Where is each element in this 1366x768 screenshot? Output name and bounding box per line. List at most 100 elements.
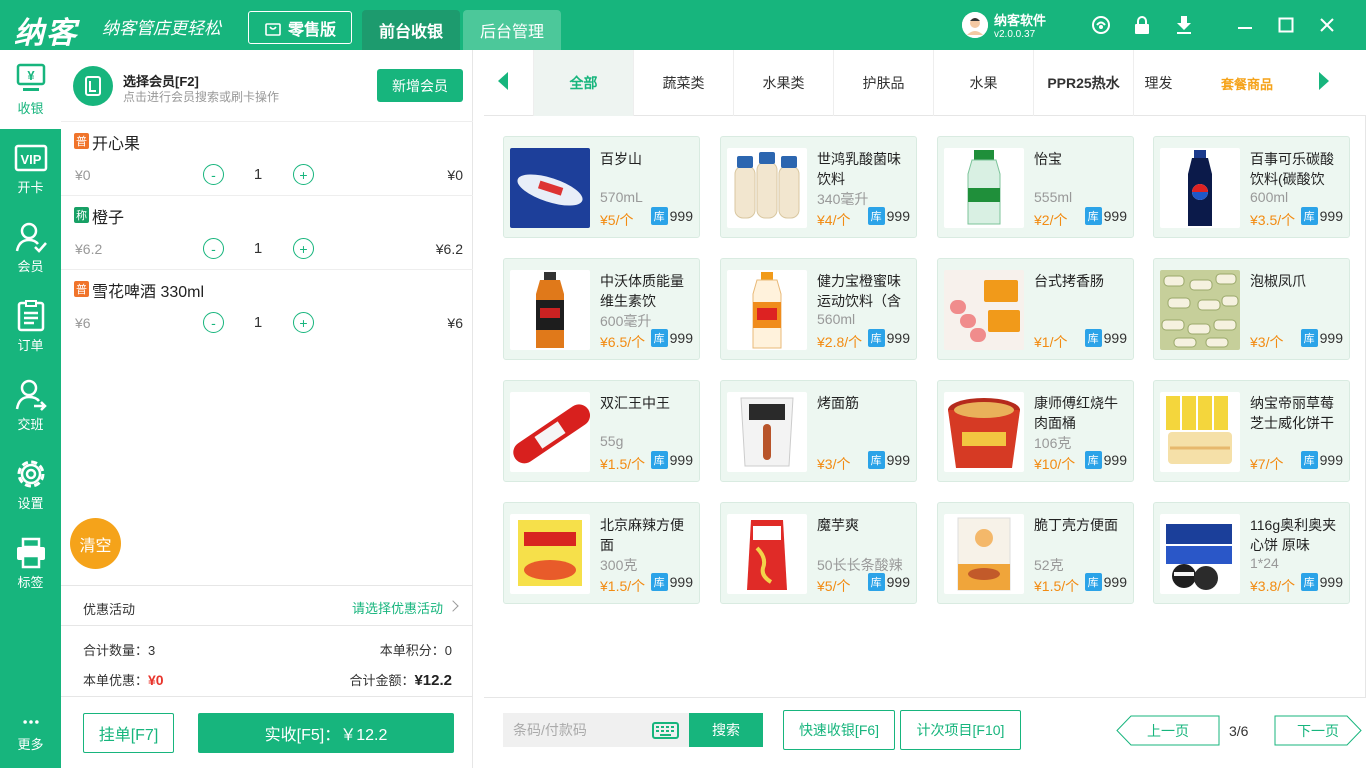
qty-minus-button[interactable]: - (203, 164, 224, 185)
edition-button[interactable]: 零售版 (248, 11, 352, 44)
sidebar-item-handover[interactable]: 交班 (0, 366, 61, 445)
promotion-select-link[interactable]: 请选择优惠活动 (352, 598, 443, 617)
product-price: ¥2.8/个 (817, 334, 863, 350)
cart-item[interactable]: 普 雪花啤酒 330ml ¥6 - 1 + ¥6 (61, 270, 473, 344)
item-qty[interactable]: 1 (243, 314, 273, 331)
member-select[interactable]: 选择会员[F2] 点击进行会员搜索或刷卡操作 新增会员 (61, 50, 473, 122)
item-qty[interactable]: 1 (243, 240, 273, 257)
search-button[interactable]: 搜索 (689, 713, 763, 747)
qty-plus-button[interactable]: + (293, 164, 314, 185)
product-card[interactable]: 百岁山 570mL ¥5/个库 999 (503, 136, 700, 238)
sidebar-item-member[interactable]: 会员 (0, 208, 61, 287)
product-card[interactable]: 健力宝橙蜜味运动饮料（含 560ml ¥2.8/个库 999 (720, 258, 917, 360)
category-tab-combo[interactable]: 套餐商品 (1221, 74, 1273, 93)
order-points-label: 本单积分： (379, 643, 445, 658)
support-icon[interactable] (1089, 13, 1113, 37)
lock-icon[interactable] (1130, 13, 1154, 37)
stock-tag: 库 (1300, 451, 1318, 469)
item-name: 橙子 (92, 210, 125, 227)
qty-plus-button[interactable]: + (293, 238, 314, 259)
product-name: 双汇王中王 (600, 395, 670, 411)
sidebar-item-label: 交班 (17, 417, 44, 432)
qty-minus-button[interactable]: - (203, 312, 224, 333)
cart-item[interactable]: 普 开心果 ¥0 - 1 + ¥0 (61, 122, 473, 196)
sidebar-item-more[interactable]: 更多 (0, 700, 61, 764)
qty-plus-button[interactable]: + (293, 312, 314, 333)
product-stock: 库 999 (650, 207, 693, 225)
item-qty[interactable]: 1 (243, 166, 273, 183)
category-tab[interactable]: 蔬菜类 (633, 50, 733, 116)
hold-order-button[interactable]: 挂单[F7] (83, 713, 174, 753)
category-tab[interactable]: PPR25热水 (1033, 50, 1133, 116)
sidebar-item-settings[interactable]: 设置 (0, 445, 61, 524)
product-card[interactable]: 纳宝帝丽草莓芝士威化饼干 ¥7/个库 999 (1153, 380, 1350, 482)
quick-checkout-button[interactable]: 快速收银[F6] (783, 710, 895, 750)
product-card[interactable]: 台式拷香肠 ¥1/个库 999 (937, 258, 1134, 360)
stock-tag: 库 (867, 451, 885, 469)
product-name: 健力宝橙蜜味运动饮料（含 (817, 273, 901, 309)
page-indicator: 3/6 (1229, 723, 1249, 739)
member-card-icon (73, 66, 113, 106)
product-card[interactable]: 世鸿乳酸菌味饮料 340毫升 ¥4/个库 999 (720, 136, 917, 238)
qty-minus-button[interactable]: - (203, 238, 224, 259)
count-project-button[interactable]: 计次项目[F10] (900, 710, 1021, 750)
product-card[interactable]: 116g奥利奥夹心饼 原味 1*24 ¥3.8/个库 999 (1153, 502, 1350, 604)
add-member-button[interactable]: 新增会员 (377, 69, 463, 102)
category-tab[interactable]: 理发 (1133, 50, 1183, 116)
tab-front-cashier[interactable]: 前台收银 (362, 10, 460, 50)
category-tabs: 全部 蔬菜类 水果类 护肤品 水果 PPR25热水 理发 套餐商品 (484, 50, 1366, 116)
category-tab[interactable]: 水果类 (733, 50, 833, 116)
product-card[interactable]: 双汇王中王 55g ¥1.5/个库 999 (503, 380, 700, 482)
edition-label: 零售版 (287, 21, 336, 39)
keyboard-icon[interactable] (652, 722, 679, 739)
next-page-button[interactable]: 下一页 (1274, 715, 1362, 746)
prev-page-button[interactable]: 上一页 (1116, 715, 1220, 746)
svg-text:VIP: VIP (20, 152, 41, 167)
product-card[interactable]: 烤面筋 ¥3/个库 999 (720, 380, 917, 482)
product-spec: 560ml (817, 311, 856, 327)
cashier-icon: ¥ (16, 63, 45, 91)
promotion-row[interactable]: 优惠活动 请选择优惠活动 (61, 585, 473, 626)
stock-count: 999 (1103, 574, 1127, 590)
product-card[interactable]: 魔芋爽 50长长条酸辣 ¥5/个库 999 (720, 502, 917, 604)
stock-count: 999 (1103, 452, 1127, 468)
maximize-icon[interactable] (1274, 13, 1298, 37)
sidebar-item-cashier[interactable]: ¥ 收银 (0, 50, 61, 129)
product-card[interactable]: 中沃体质能量维生素饮 600毫升 ¥6.5/个库 999 (503, 258, 700, 360)
clear-cart-button[interactable]: 清空 (70, 518, 121, 569)
product-image (944, 270, 1024, 350)
stock-tag: 库 (650, 329, 668, 347)
member-icon (15, 222, 47, 253)
sidebar-item-card[interactable]: VIP 开卡 (0, 129, 61, 208)
product-card[interactable]: 泡椒凤爪 ¥3/个库 999 (1153, 258, 1350, 360)
product-card[interactable]: 脆丁壳方便面 52克 ¥1.5/个库 999 (937, 502, 1134, 604)
category-tab[interactable]: 护肤品 (833, 50, 933, 116)
sidebar-item-label-print[interactable]: 标签 (0, 524, 61, 603)
category-tab[interactable]: 全部 (533, 50, 633, 116)
product-card[interactable]: 百事可乐碳酸饮料(碳酸饮 600ml ¥3.5/个库 999 (1153, 136, 1350, 238)
cart-item[interactable]: 称 橙子 ¥6.2 - 1 + ¥6.2 (61, 196, 473, 270)
category-tab[interactable]: 水果 (933, 50, 1033, 116)
printer-icon (16, 537, 45, 569)
product-name: 百岁山 (600, 151, 642, 167)
product-card[interactable]: 康师傅红烧牛肉面桶 106克 ¥10/个库 999 (937, 380, 1134, 482)
product-spec: 300克 (600, 557, 638, 573)
sidebar-item-order[interactable]: 订单 (0, 287, 61, 366)
product-image (510, 270, 590, 350)
arrow-left-icon[interactable] (498, 72, 508, 90)
product-stock: 库 999 (1084, 573, 1127, 591)
product-spec: 106克 (1034, 435, 1072, 451)
product-card[interactable]: 北京麻辣方便面 300克 ¥1.5/个库 999 (503, 502, 700, 604)
stock-tag: 库 (650, 207, 668, 225)
minimize-icon[interactable] (1233, 13, 1257, 37)
item-type-tag: 称 (74, 207, 89, 223)
vip-card-icon: VIP (14, 144, 47, 172)
close-icon[interactable] (1315, 13, 1339, 37)
download-icon[interactable] (1172, 13, 1196, 37)
product-card[interactable]: 怡宝 555ml ¥2/个库 999 (937, 136, 1134, 238)
user-profile[interactable]: 纳客软件 v2.0.0.37 (962, 10, 1046, 40)
arrow-right-icon[interactable] (1319, 72, 1329, 90)
product-name: 魔芋爽 (817, 517, 859, 533)
tab-back-office[interactable]: 后台管理 (463, 10, 561, 50)
checkout-button[interactable]: 实收[F5]：￥12.2 (198, 713, 454, 753)
